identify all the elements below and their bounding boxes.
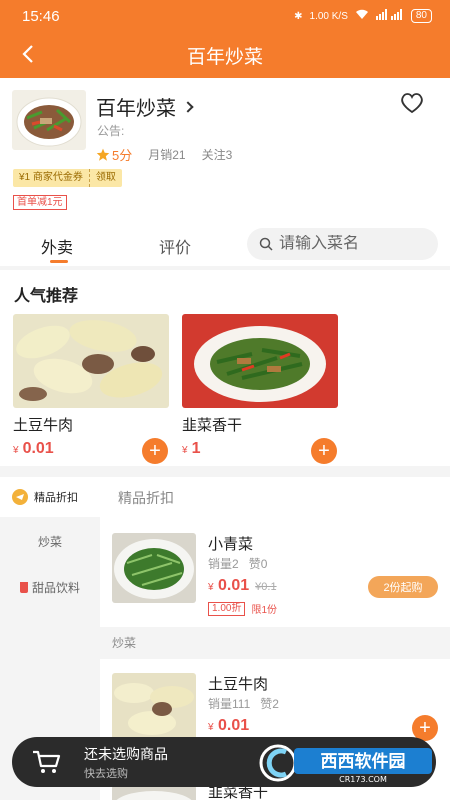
- category-discount-active[interactable]: 精品折扣: [0, 477, 100, 517]
- dish-price: ¥ 0.01: [208, 717, 250, 734]
- menu-header: 精品折扣 精品折扣: [0, 477, 450, 517]
- dish-price: ¥0.01: [13, 440, 54, 457]
- discount-tags: 1.00折 限1份: [208, 601, 277, 616]
- battery-icon: 80: [410, 9, 432, 23]
- bluetooth-icon: ✱: [294, 10, 303, 22]
- coupon-label: ¥1 商家代金券: [13, 169, 89, 187]
- dish-name: 韭菜香干: [182, 417, 243, 434]
- sidebar-item-stir-fry[interactable]: 炒菜: [0, 521, 100, 561]
- tab-indicator: [50, 260, 68, 263]
- chevron-right-icon: [182, 100, 194, 113]
- list-item[interactable]: 小青菜 销量2 赞0 ¥ 0.01 ¥0.1 1.00折 限1份 2份起购: [100, 517, 450, 627]
- cart-status: 还未选购商品: [84, 746, 168, 762]
- watermark-logo: 西西软件园 CR173.COM: [258, 742, 436, 784]
- discount-icon: [12, 489, 28, 505]
- popular-item[interactable]: 韭菜香干 ¥1 +: [182, 314, 338, 464]
- star-icon: [96, 148, 110, 161]
- cart-icon[interactable]: [26, 743, 66, 781]
- shop-score: 5分: [96, 145, 132, 164]
- nav-bar: 百年炒菜: [0, 32, 450, 78]
- category-label: 精品折扣: [34, 492, 78, 504]
- dish-name: 土豆牛肉: [13, 417, 74, 434]
- tab-bar: 外卖 评价: [0, 226, 450, 266]
- search-input[interactable]: [279, 235, 429, 253]
- svg-text:CR173.COM: CR173.COM: [339, 775, 387, 784]
- tab-reviews[interactable]: 评价: [159, 234, 191, 258]
- original-price: ¥0.1: [255, 581, 277, 593]
- wifi-icon: [355, 9, 369, 23]
- net-speed: 1.00 K/S: [309, 10, 348, 22]
- dish-price: ¥1: [182, 440, 201, 457]
- score-value: 5分: [112, 148, 133, 163]
- favorite-heart-icon[interactable]: [400, 92, 426, 116]
- add-to-cart-button[interactable]: +: [311, 438, 337, 464]
- shop-name-link[interactable]: 百年炒菜: [96, 92, 194, 121]
- cart-hint: 快去选购: [84, 768, 128, 780]
- promo-badge: 首单减1元: [13, 195, 67, 210]
- dish-image: [182, 314, 338, 408]
- coupon: ¥1 商家代金券 领取: [13, 169, 122, 187]
- add-to-cart-button[interactable]: +: [142, 438, 168, 464]
- status-icons: ✱ 1.00 K/S 80: [294, 9, 432, 23]
- shop-stats: 5分 月销21 关注3: [96, 145, 232, 164]
- category-section-label: 炒菜: [100, 627, 450, 659]
- section-heading: 精品折扣: [118, 490, 174, 506]
- search-icon: [259, 237, 273, 251]
- svg-text:西西软件园: 西西软件园: [321, 751, 406, 772]
- dish-image: [112, 785, 196, 800]
- claim-coupon-button[interactable]: 领取: [88, 169, 122, 187]
- tab-takeout[interactable]: 外卖: [41, 234, 73, 258]
- dish-name: 小青菜: [208, 536, 254, 553]
- drink-cup-icon: [19, 581, 28, 593]
- popular-item[interactable]: 土豆牛肉 ¥0.01 +: [13, 314, 169, 464]
- shop-info-card: 百年炒菜 公告: 5分 月销21 关注3 ¥1 商家代金券 领取 首单减1元 外…: [0, 78, 450, 266]
- dish-meta: 销量111 赞2: [208, 697, 279, 711]
- signal-icon: [375, 9, 404, 23]
- status-time: 15:46: [22, 7, 60, 25]
- monthly-sales: 月销21: [148, 148, 186, 162]
- dish-name: 土豆牛肉: [208, 676, 269, 693]
- page-title: 百年炒菜: [186, 47, 263, 68]
- dish-meta: 销量2 赞0: [208, 557, 268, 571]
- status-bar: 15:46 ✱ 1.00 K/S 80: [0, 0, 450, 32]
- popular-section: 人气推荐 土豆牛肉 ¥0.01 + 韭菜香干 ¥ 1 +: [0, 270, 450, 466]
- dish-search: [247, 228, 438, 260]
- dish-image: [112, 673, 196, 743]
- dish-image: [112, 533, 196, 603]
- dish-price: ¥ 0.01 ¥0.1: [208, 577, 277, 594]
- min-order-button[interactable]: 2份起购: [368, 576, 438, 598]
- shop-notice: 公告:: [97, 124, 125, 138]
- shop-name: 百年炒菜: [96, 98, 176, 120]
- dish-image: [13, 314, 169, 408]
- follower-count: 关注3: [201, 148, 233, 162]
- sidebar-item-desserts[interactable]: 甜品饮料: [0, 567, 100, 607]
- shop-logo: [12, 90, 86, 150]
- popular-title: 人气推荐: [14, 288, 79, 305]
